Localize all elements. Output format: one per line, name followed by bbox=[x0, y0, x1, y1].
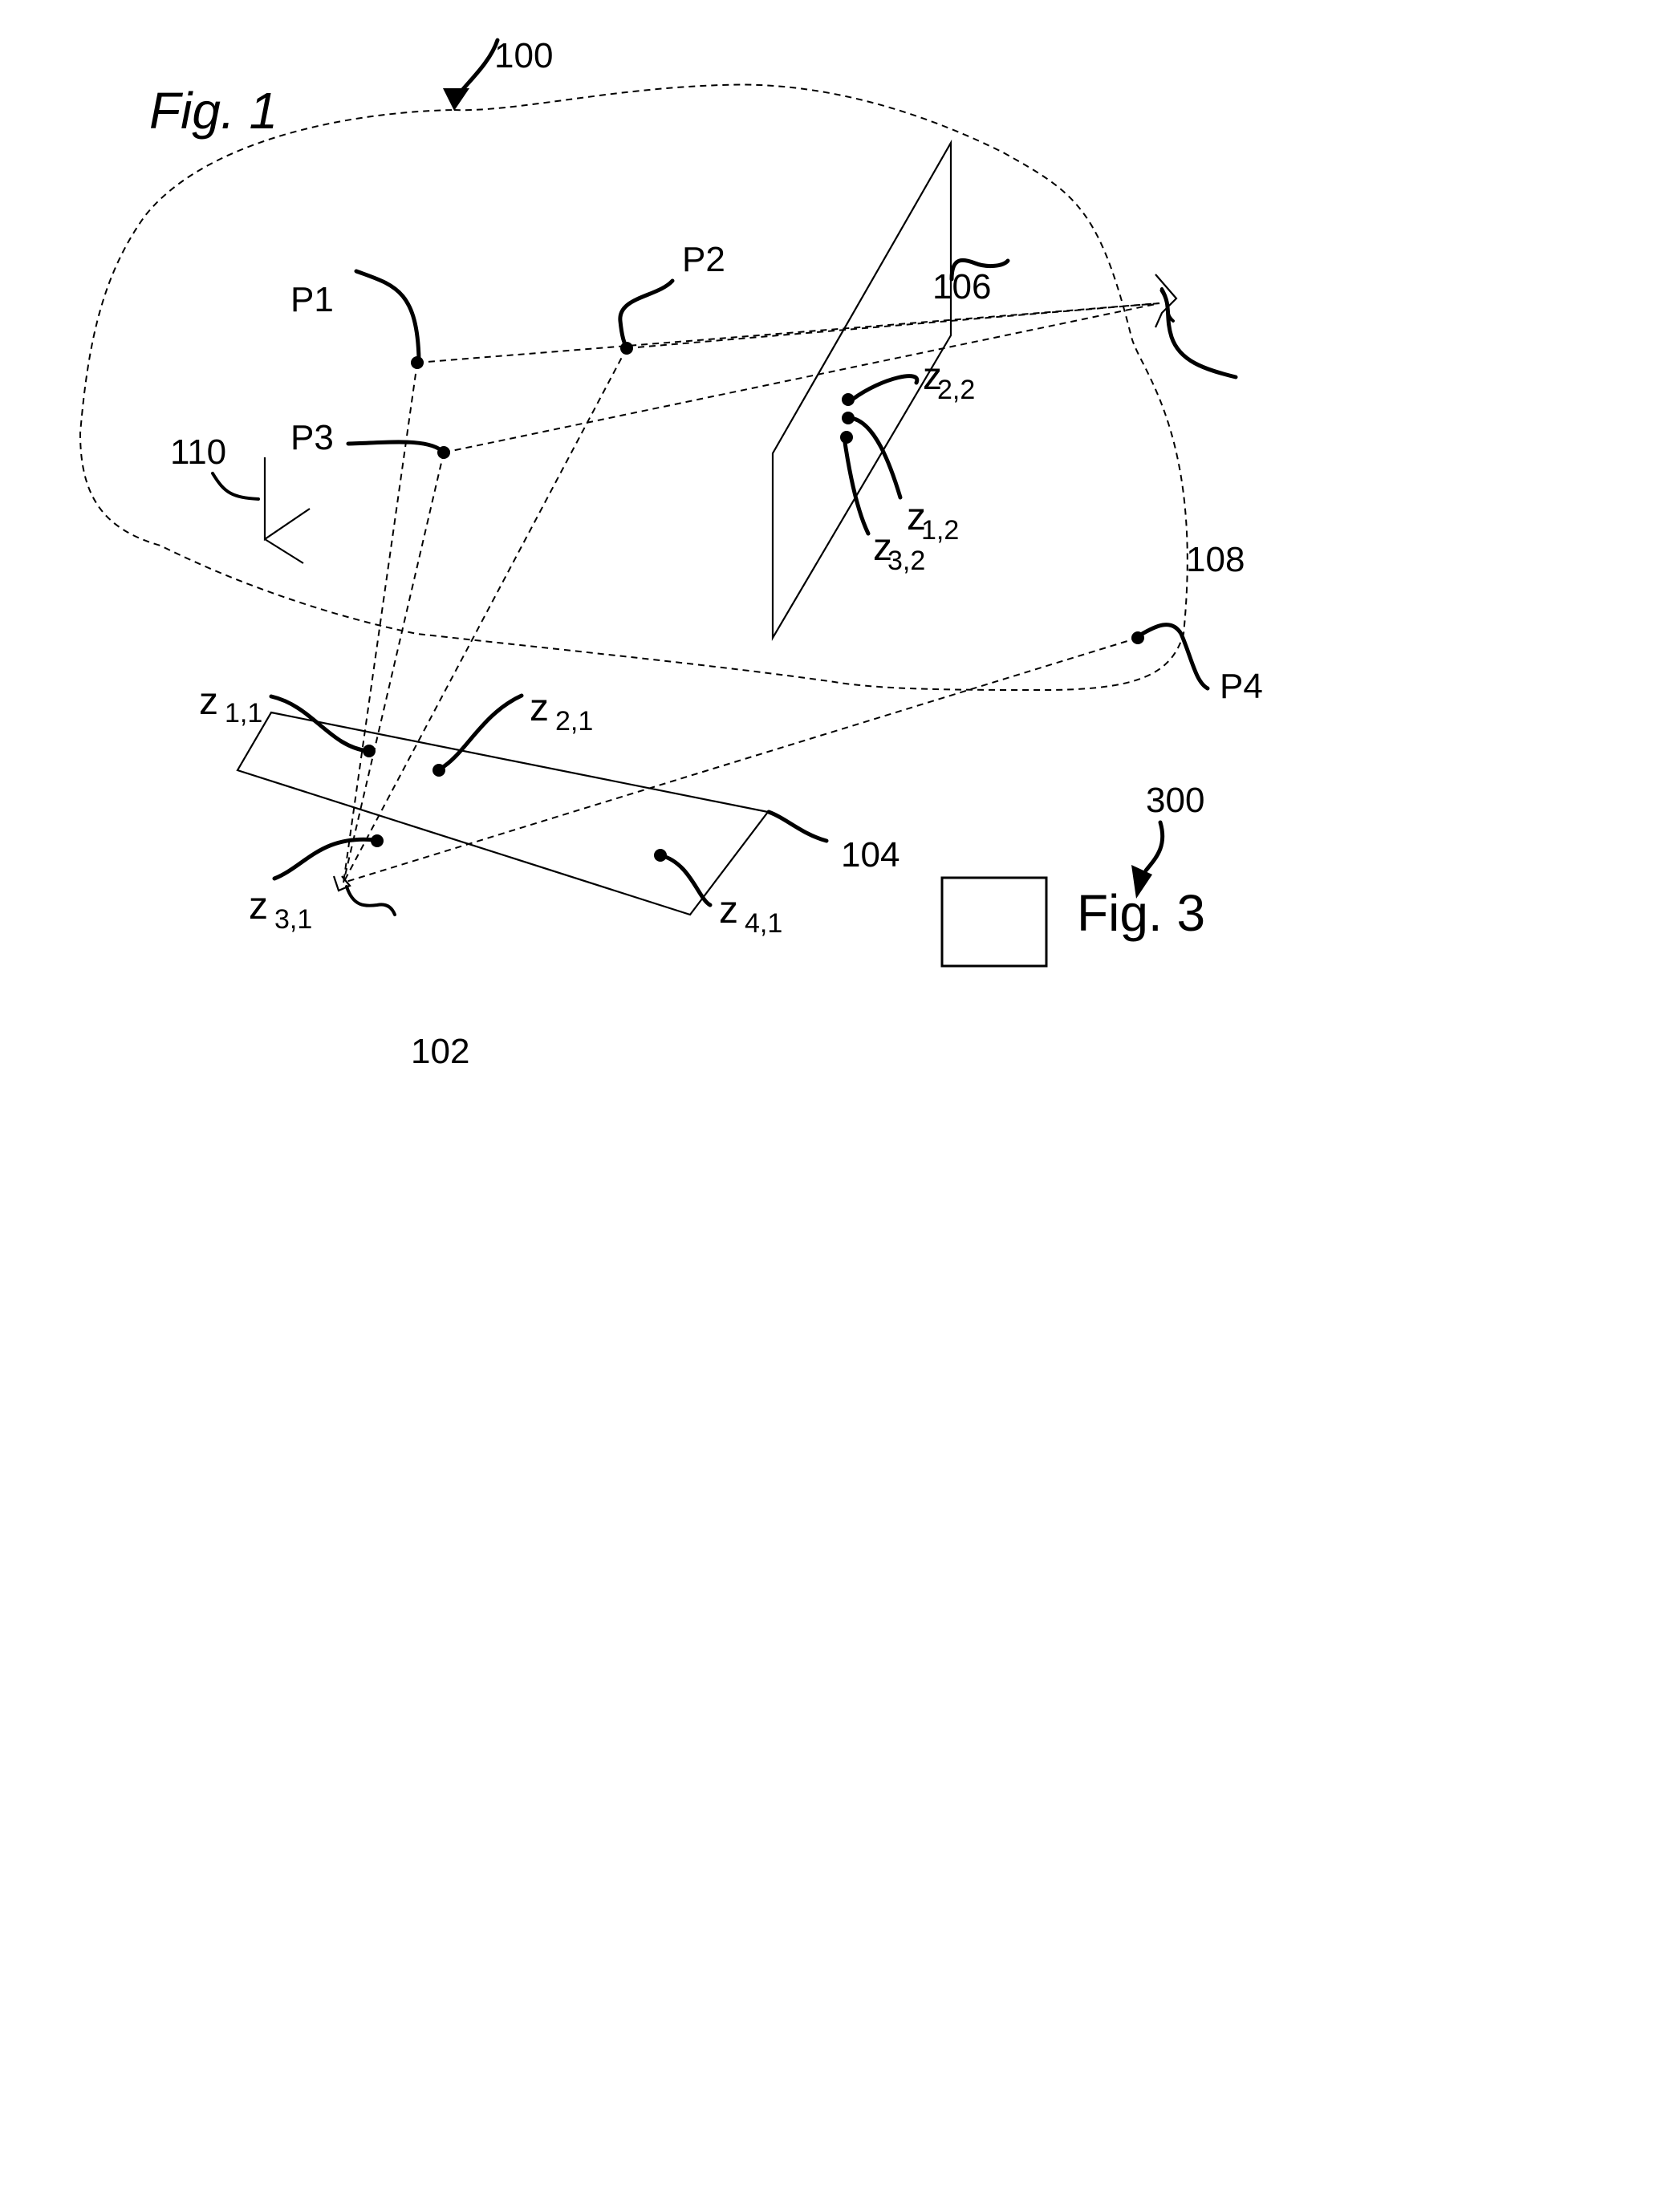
point-p1-label: P1 bbox=[290, 280, 334, 319]
svg-text:z: z bbox=[719, 889, 738, 931]
svg-text:z: z bbox=[530, 687, 549, 729]
ref-110-label: 110 bbox=[170, 432, 226, 472]
obs-label-z11: z 1,1 bbox=[199, 680, 262, 729]
ref-108-leader-tail bbox=[1159, 288, 1238, 379]
ray-p2-cam1 bbox=[343, 347, 627, 883]
z11-leader bbox=[269, 694, 370, 753]
figure-3: Fig. 3 300 bbox=[940, 781, 1205, 968]
ray-p2-cam2 bbox=[626, 302, 1160, 349]
z21-leader bbox=[438, 693, 524, 771]
svg-text:1,1: 1,1 bbox=[225, 698, 262, 729]
fig1-title: Fig. 1 bbox=[149, 82, 278, 140]
svg-text:z: z bbox=[249, 885, 268, 927]
ref-102-leader bbox=[345, 885, 396, 916]
z22-leader bbox=[850, 374, 920, 402]
ray-p3-cam1 bbox=[343, 452, 445, 883]
patent-drawing-sheet: Fig. 1 100 110 106 108 P1 P2 P3 P4 z 2,2… bbox=[79, 36, 1263, 1071]
ref-104-leader bbox=[766, 810, 829, 843]
ref-100-leader bbox=[455, 38, 500, 99]
fig3-title: Fig. 3 bbox=[1077, 884, 1205, 942]
ref-300-label: 300 bbox=[1146, 781, 1204, 820]
ray-p1-cam2 bbox=[416, 302, 1160, 363]
block-302 bbox=[940, 876, 1048, 968]
svg-text:3,1: 3,1 bbox=[274, 904, 312, 935]
svg-text:2,2: 2,2 bbox=[937, 375, 975, 405]
ref-108-label: 108 bbox=[1186, 540, 1245, 579]
ref-106-label: 106 bbox=[932, 267, 991, 306]
obs-label-z41: z 4,1 bbox=[719, 889, 782, 939]
p1-leader bbox=[354, 269, 421, 362]
ray-p3-cam2 bbox=[443, 302, 1160, 453]
p4-leader bbox=[1137, 623, 1210, 691]
svg-text:z: z bbox=[199, 680, 218, 723]
z31-leader bbox=[272, 837, 378, 881]
p2-leader bbox=[618, 278, 675, 351]
obs-label-z31: z 3,1 bbox=[249, 885, 312, 935]
z32-leader bbox=[842, 435, 871, 536]
point-p3-label: P3 bbox=[290, 418, 334, 457]
obs-label-z12: z 1,2 bbox=[907, 496, 959, 546]
obs-label-z21: z 2,1 bbox=[530, 687, 593, 737]
ray-p4-cam1 bbox=[343, 637, 1139, 883]
svg-text:4,1: 4,1 bbox=[745, 908, 782, 939]
ref-100-arrowhead bbox=[443, 88, 469, 111]
ref-110-leader bbox=[211, 472, 260, 501]
p3-leader bbox=[346, 440, 446, 455]
svg-text:2,1: 2,1 bbox=[555, 706, 593, 737]
image-plane-104 bbox=[236, 711, 770, 916]
ref-100-label: 100 bbox=[494, 36, 553, 75]
z41-leader bbox=[658, 853, 713, 907]
scene-boundary-100 bbox=[79, 83, 1188, 692]
z12-leader bbox=[848, 416, 903, 500]
svg-text:1,2: 1,2 bbox=[921, 515, 959, 546]
point-p2-label: P2 bbox=[682, 240, 725, 279]
coordinate-frame-icon bbox=[263, 457, 311, 564]
obs-label-z22: z 2,2 bbox=[923, 355, 975, 405]
ref-104-label: 104 bbox=[841, 835, 900, 875]
ref-102-label: 102 bbox=[411, 1032, 469, 1071]
ref-300-leader bbox=[1143, 820, 1165, 873]
svg-text:3,2: 3,2 bbox=[887, 546, 925, 576]
point-p4-label: P4 bbox=[1220, 667, 1263, 706]
